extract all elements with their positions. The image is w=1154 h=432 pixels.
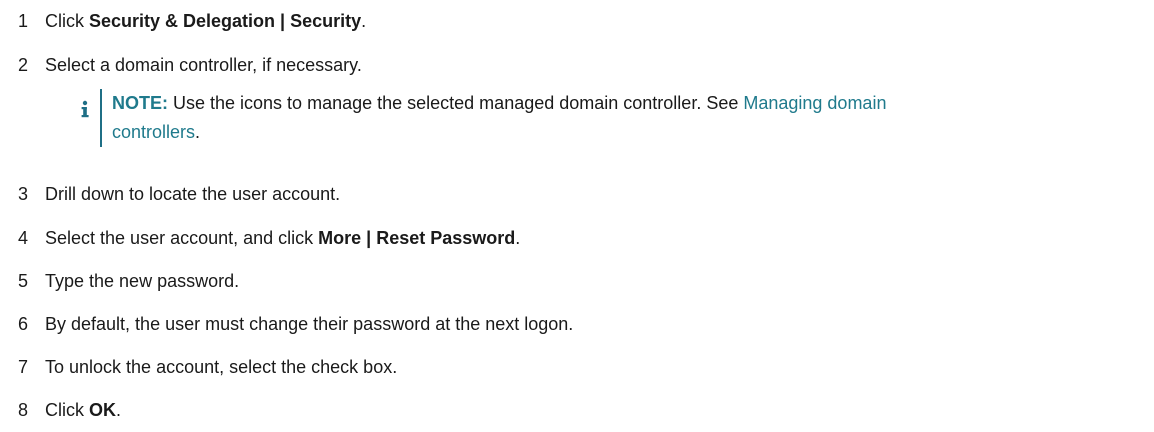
step-text-pre: Click <box>45 11 89 31</box>
step-text: Select a domain controller, if necessary… <box>45 55 362 75</box>
step-text: Click OK. <box>45 398 121 422</box>
step-text-post: . <box>515 228 521 248</box>
note-callout: NOTE: Use the icons to manage the select… <box>78 89 1138 151</box>
note-body-text: Use the icons to manage the selected man… <box>168 93 744 113</box>
step-text-pre: Select the user account, and click <box>45 228 319 248</box>
note-text: NOTE: Use the icons to manage the select… <box>112 89 1132 147</box>
step-number: 1 <box>18 11 29 31</box>
procedure: 1 Click Security & Delegation | Security… <box>0 0 1154 432</box>
menu-path: More | Reset Password <box>318 228 516 248</box>
note-divider <box>100 89 102 147</box>
step-text: Drill down to locate the user account. <box>45 184 341 204</box>
step-text: Click Security & Delegation | Security. <box>45 9 366 33</box>
step-text-post: . <box>361 11 367 31</box>
step-number: 7 <box>18 357 29 377</box>
step-number: 8 <box>18 400 29 420</box>
step-text: To unlock the account, select the check … <box>45 357 398 377</box>
step-number: 4 <box>18 228 29 248</box>
step-number: 5 <box>18 271 29 291</box>
step-number: 6 <box>18 314 29 334</box>
step-text: By default, the user must change their p… <box>45 314 574 334</box>
step-text-post: . <box>116 400 122 420</box>
note-label: NOTE: <box>112 93 168 113</box>
button-name: OK <box>89 400 116 420</box>
step-text: Type the new password. <box>45 271 240 291</box>
step-text-pre: Click <box>45 400 89 420</box>
step-number: 2 <box>18 55 29 75</box>
step-number: 3 <box>18 184 29 204</box>
menu-path: Security & Delegation | Security <box>89 11 362 31</box>
info-icon <box>81 100 89 118</box>
managing-domain-controllers-link-continued[interactable]: controllers <box>112 122 195 142</box>
step-text: Select the user account, and click More … <box>45 226 520 250</box>
managing-domain-controllers-link[interactable]: Managing domain <box>743 93 886 113</box>
note-end: . <box>195 122 201 142</box>
